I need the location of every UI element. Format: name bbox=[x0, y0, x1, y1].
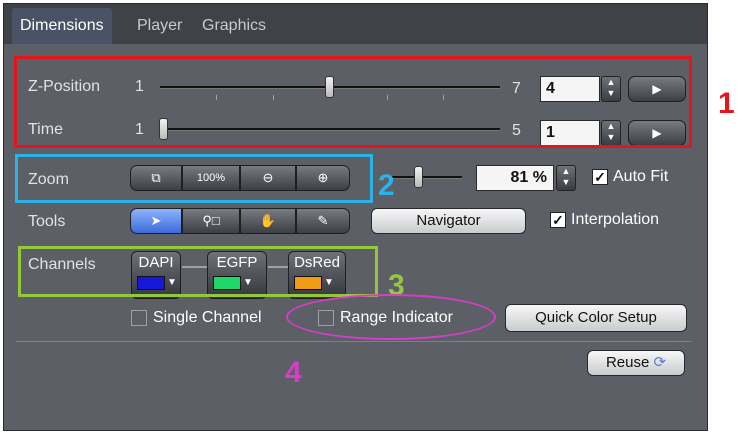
zoom-percent-stepper[interactable]: ▲ ▼ bbox=[556, 165, 576, 191]
autofit-label: Auto Fit bbox=[613, 168, 669, 185]
refresh-icon: ⟳ bbox=[653, 354, 667, 371]
reuse-label: Reuse bbox=[605, 354, 650, 371]
navigator-button[interactable]: Navigator bbox=[371, 208, 526, 234]
annotation-number-1: 1 bbox=[718, 87, 735, 120]
annotation-number-2: 2 bbox=[378, 169, 395, 202]
tool-eyedropper-button[interactable]: ✎ bbox=[296, 208, 350, 234]
hand-icon: ✋ bbox=[259, 213, 277, 228]
interpolation-checkbox[interactable]: ✓ bbox=[550, 212, 566, 228]
pointer-icon: ➤ bbox=[150, 213, 162, 228]
tab-dimensions[interactable]: Dimensions bbox=[12, 8, 112, 44]
tool-pointer-button[interactable]: ➤ bbox=[130, 208, 182, 234]
single-channel-checkbox[interactable] bbox=[131, 310, 147, 326]
zoom-slider-thumb[interactable] bbox=[414, 166, 423, 188]
annotation-number-4: 4 bbox=[285, 356, 302, 389]
tab-player[interactable]: Player bbox=[129, 8, 190, 44]
annotation-box-2 bbox=[15, 154, 373, 203]
tools-label: Tools bbox=[28, 213, 66, 230]
tool-pan-button[interactable]: ✋ bbox=[240, 208, 296, 234]
annotation-box-3 bbox=[18, 246, 378, 297]
quick-color-setup-button[interactable]: Quick Color Setup bbox=[505, 304, 687, 332]
zoom-rect-icon: ⚲□ bbox=[202, 213, 220, 228]
annotation-ellipse-4 bbox=[286, 294, 496, 340]
single-channel-label: Single Channel bbox=[153, 309, 262, 326]
interpolation-label: Interpolation bbox=[571, 211, 660, 228]
zoom-percent-field[interactable]: 81 % bbox=[476, 165, 554, 191]
tab-graphics[interactable]: Graphics bbox=[194, 8, 274, 44]
zoom-slider-track[interactable] bbox=[390, 176, 462, 179]
annotation-box-1 bbox=[14, 56, 692, 148]
reuse-button[interactable]: Reuse ⟳ bbox=[587, 350, 685, 376]
tab-bar: Dimensions Player Graphics bbox=[4, 4, 707, 44]
divider bbox=[16, 341, 692, 342]
eyedropper-icon: ✎ bbox=[317, 213, 329, 228]
autofit-checkbox[interactable]: ✓ bbox=[592, 169, 608, 185]
tool-zoom-rect-button[interactable]: ⚲□ bbox=[182, 208, 240, 234]
